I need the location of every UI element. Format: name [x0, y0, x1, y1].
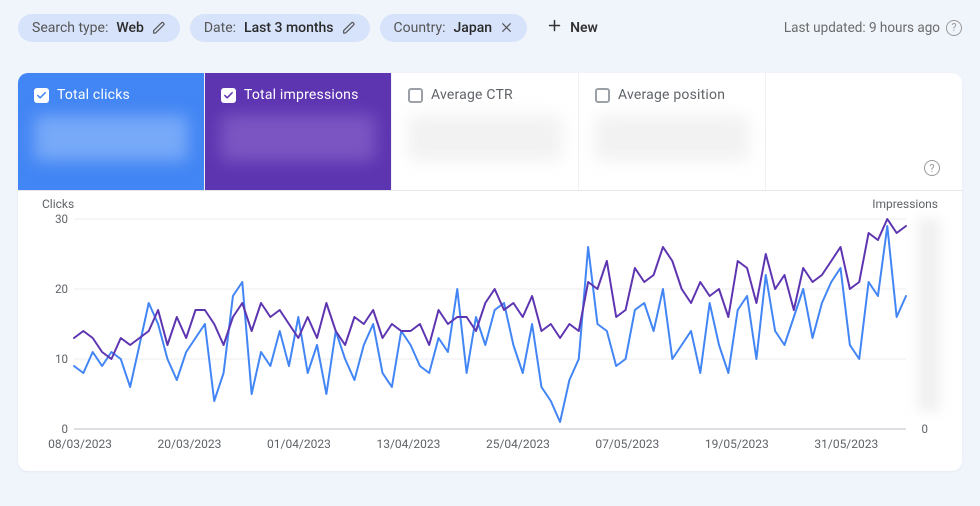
chip-value: Last 3 months	[244, 20, 333, 36]
performance-card: Total clicks Total impressions Average C…	[18, 73, 962, 471]
chip-value: Web	[116, 20, 143, 36]
y-axis-tick-left: 20	[46, 282, 68, 296]
x-axis-tick: 08/03/2023	[48, 437, 112, 451]
metric-value-obscured	[595, 115, 749, 161]
plus-icon	[547, 18, 562, 37]
x-axis-tick: 07/05/2023	[595, 437, 659, 451]
chart-area: Clicks Impressions 3020100008/03/202320/…	[18, 191, 962, 471]
metrics-row: Total clicks Total impressions Average C…	[18, 73, 962, 191]
chart-series-line	[74, 226, 906, 422]
metric-label: Total clicks	[57, 87, 130, 103]
chip-value: Japan	[454, 20, 493, 36]
x-axis-tick: 31/05/2023	[814, 437, 878, 451]
add-filter-button[interactable]: New	[537, 12, 608, 43]
metric-value-obscured	[408, 115, 562, 161]
checkbox-unchecked-icon	[408, 88, 423, 103]
metric-value-obscured	[221, 115, 375, 161]
chip-country[interactable]: Country: Japan	[380, 14, 528, 42]
edit-icon	[342, 21, 356, 35]
metric-avg-ctr[interactable]: Average CTR	[392, 73, 579, 190]
x-axis-tick: 01/04/2023	[267, 437, 331, 451]
metric-label: Average position	[618, 87, 725, 103]
add-filter-label: New	[570, 20, 598, 36]
y-axis-tick-left: 10	[46, 352, 68, 366]
x-axis-tick: 20/03/2023	[158, 437, 222, 451]
chip-search-type[interactable]: Search type: Web	[18, 14, 180, 42]
last-updated: Last updated: 9 hours ago ?	[784, 20, 962, 36]
metric-total-clicks[interactable]: Total clicks	[18, 73, 205, 190]
help-icon: ?	[924, 160, 940, 176]
checkbox-checked-icon	[221, 88, 236, 103]
close-icon[interactable]	[500, 21, 513, 34]
metric-label: Average CTR	[431, 87, 513, 103]
checkbox-checked-icon	[34, 88, 49, 103]
y-axis-tick-right: 0	[922, 422, 928, 436]
metric-value-obscured	[34, 115, 188, 161]
x-axis-tick: 13/04/2023	[376, 437, 440, 451]
last-updated-text: Last updated: 9 hours ago	[784, 20, 940, 36]
chart-plot	[74, 219, 906, 429]
checkbox-unchecked-icon	[595, 88, 610, 103]
y-axis-left-title: Clicks	[42, 197, 74, 211]
y-axis-tick-left: 0	[46, 422, 68, 436]
chip-prefix: Country:	[394, 20, 446, 36]
chip-prefix: Date:	[204, 20, 236, 36]
x-axis-tick: 19/05/2023	[705, 437, 769, 451]
chip-date-range[interactable]: Date: Last 3 months	[190, 14, 370, 42]
filter-bar: Search type: Web Date: Last 3 months Cou…	[0, 0, 980, 55]
x-axis-tick: 25/04/2023	[486, 437, 550, 451]
y-axis-tick-left: 30	[46, 212, 68, 226]
right-axis-obscured	[918, 219, 940, 411]
metric-avg-position[interactable]: Average position	[579, 73, 766, 190]
metrics-help-icon[interactable]: ?	[924, 160, 940, 176]
edit-icon	[152, 21, 166, 35]
metric-total-impressions[interactable]: Total impressions	[205, 73, 392, 190]
metric-label: Total impressions	[244, 87, 359, 103]
chip-prefix: Search type:	[32, 20, 108, 36]
y-axis-right-title: Impressions	[872, 197, 938, 211]
help-icon[interactable]: ?	[946, 20, 962, 36]
